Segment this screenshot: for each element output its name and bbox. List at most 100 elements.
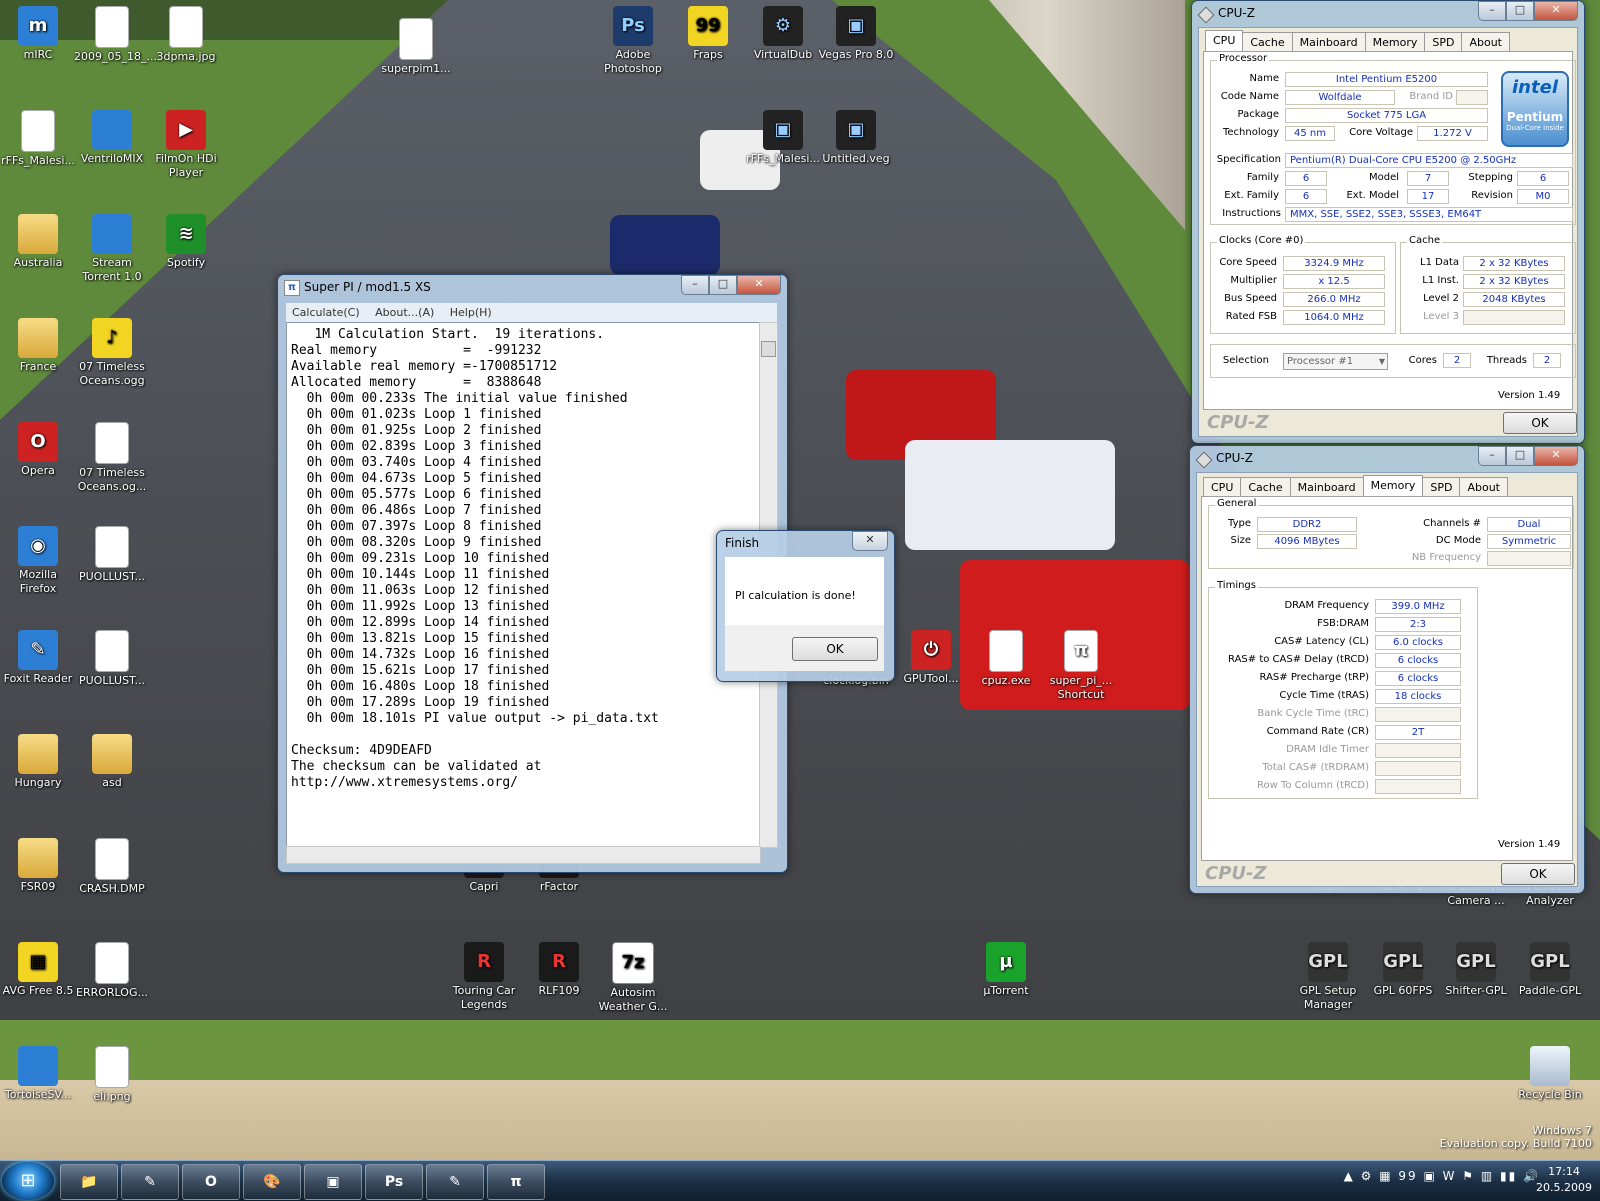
desktop-icon[interactable]: 2009_05_18_... [74, 6, 157, 64]
desktop-icon[interactable]: cpuz.exe [968, 630, 1044, 688]
desktop-icon[interactable]: GPL Paddle-GPL [1512, 942, 1588, 998]
desktop-icon[interactable]: FSR09 [0, 838, 76, 894]
taskbar-button[interactable]: Ps [365, 1164, 423, 1200]
tab-cache[interactable]: Cache [1240, 477, 1291, 498]
cpuz-titlebar[interactable]: CPU-Z – □ ✕ [1190, 446, 1584, 470]
desktop-icon[interactable]: 07 Timeless Oceans.og... [74, 422, 150, 494]
finish-dialog[interactable]: Finish ✕ PI calculation is done! OK [716, 530, 895, 682]
superpi-output[interactable]: 1M Calculation Start. 19 iterations. Rea… [286, 322, 761, 848]
system-tray[interactable]: ▲ ⚙ ▦ 99 ▣ W ⚑ ▥ ▮▮ 🔊 [1344, 1169, 1540, 1183]
desktop-icon[interactable]: ✎ Foxit Reader [0, 630, 76, 686]
desktop-icon-label: VentriloMIX [80, 152, 144, 165]
cpuz-memory-window[interactable]: CPU-Z – □ ✕ CPU Cache Mainboard Memory S… [1189, 445, 1585, 894]
processor-select[interactable]: Processor #1 ▼ [1283, 353, 1388, 370]
maximize-button[interactable]: □ [1506, 446, 1534, 466]
close-button[interactable]: ✕ [1534, 446, 1578, 466]
minimize-button[interactable]: – [681, 275, 709, 295]
desktop-icon[interactable]: ▶ FilmOn HDi Player [148, 110, 224, 180]
processor-group: Processor Name Intel Pentium E5200 Code … [1210, 53, 1576, 225]
ok-button[interactable]: OK [1501, 863, 1575, 885]
tab-about[interactable]: About [1461, 32, 1510, 53]
menu-help[interactable]: Help(H) [444, 303, 498, 322]
horizontal-scrollbar[interactable] [286, 846, 761, 864]
taskbar-button[interactable]: ▣ [304, 1164, 362, 1200]
family-value: 6 [1285, 171, 1327, 186]
minimize-button[interactable]: – [1478, 1, 1506, 21]
maximize-button[interactable]: □ [709, 275, 737, 295]
tab-spd[interactable]: SPD [1424, 32, 1463, 53]
desktop-icon[interactable]: ▣ Vegas Pro 8.0 [818, 6, 894, 62]
maximize-button[interactable]: □ [1506, 1, 1534, 21]
desktop-icon[interactable]: m mIRC [0, 6, 76, 62]
desktop-icon[interactable]: eli.png [74, 1046, 150, 1104]
finish-titlebar[interactable]: Finish ✕ [717, 531, 894, 555]
menu-calculate[interactable]: Calculate(C) [286, 303, 366, 322]
tab-cache[interactable]: Cache [1242, 32, 1293, 53]
cpuz-titlebar[interactable]: CPU-Z – □ ✕ [1192, 1, 1584, 25]
superpi-titlebar[interactable]: π Super PI / mod1.5 XS – □ ✕ [278, 275, 787, 299]
cpuz-cpu-window[interactable]: CPU-Z – □ ✕ CPU Cache Mainboard Memory S… [1191, 0, 1585, 444]
tab-cpu[interactable]: CPU [1203, 477, 1242, 498]
desktop-icon[interactable]: Stream Torrent 1.0 [74, 214, 150, 284]
cpuz-title: CPU-Z [1218, 6, 1255, 20]
desktop-icon[interactable]: GPL GPL 60FPS [1365, 942, 1441, 998]
close-button[interactable]: ✕ [852, 531, 888, 551]
desktop-icon[interactable]: Australia [0, 214, 76, 270]
gpl-setup-icon: GPL [1308, 942, 1348, 982]
menu-about[interactable]: About...(A) [369, 303, 440, 322]
desktop-icon[interactable]: rFFs_Malesi... [0, 110, 76, 168]
desktop-icon[interactable]: 99 Fraps [670, 6, 746, 62]
desktop-icon[interactable]: O Opera [0, 422, 76, 478]
desktop-icon[interactable]: ERRORLOG... [74, 942, 150, 1000]
superpi-window[interactable]: π Super PI / mod1.5 XS – □ ✕ Calculate(C… [277, 274, 788, 873]
desktop-icon[interactable]: Ps Adobe Photoshop [595, 6, 671, 76]
desktop-icon[interactable]: TortoiseSV... [0, 1046, 76, 1102]
desktop-icon[interactable]: ⚙ VirtualDub [745, 6, 821, 62]
ok-button[interactable]: OK [1503, 412, 1577, 434]
taskbar-button[interactable]: ✎ [121, 1164, 179, 1200]
tab-mainboard[interactable]: Mainboard [1291, 32, 1366, 53]
tab-memory[interactable]: Memory [1364, 32, 1426, 53]
desktop-icon[interactable]: ▣ Untitled.veg [818, 110, 894, 166]
desktop-icon[interactable]: µ µTorrent [968, 942, 1044, 998]
desktop-icon[interactable]: ▣ rFFs_Malesi... [745, 110, 821, 166]
taskbar-clock[interactable]: 17:14 20.5.2009 [1536, 1164, 1592, 1196]
taskbar-button[interactable]: ✎ [426, 1164, 484, 1200]
desktop-icon[interactable]: PUOLLUST... [74, 526, 150, 584]
taskbar-button[interactable]: O [182, 1164, 240, 1200]
taskbar-button[interactable]: π [487, 1164, 545, 1200]
close-button[interactable]: ✕ [737, 275, 781, 295]
tab-cpu[interactable]: CPU [1205, 30, 1244, 53]
desktop-icon[interactable]: ▦ AVG Free 8.5 [0, 942, 76, 998]
desktop-icon[interactable]: 3dpma.jpg [148, 6, 224, 64]
taskbar-button[interactable]: 🎨 [243, 1164, 301, 1200]
desktop-icon[interactable]: asd [74, 734, 150, 790]
desktop-icon[interactable]: GPL GPL Setup Manager [1290, 942, 1366, 1012]
desktop-icon[interactable]: VentriloMIX [74, 110, 150, 166]
tab-about[interactable]: About [1459, 477, 1508, 498]
desktop-icon[interactable]: Recycle Bin [1512, 1046, 1588, 1102]
desktop-icon[interactable]: CRASH.DMP [74, 838, 150, 896]
desktop-icon[interactable]: France [0, 318, 76, 374]
desktop-icon[interactable]: R Touring Car Legends [446, 942, 522, 1012]
desktop-icon[interactable]: ⏻ GPUTool... [893, 630, 969, 686]
taskbar-button[interactable]: 📁 [60, 1164, 118, 1200]
desktop-icon[interactable]: Hungary [0, 734, 76, 790]
tab-mainboard[interactable]: Mainboard [1289, 477, 1364, 498]
desktop-icon[interactable]: superpim1... [378, 18, 454, 76]
desktop-icon[interactable]: 7z Autosim Weather G... [595, 942, 671, 1014]
desktop-icon[interactable]: GPL Shifter-GPL [1438, 942, 1514, 998]
desktop-icon[interactable]: ♪ 07 Timeless Oceans.ogg [74, 318, 150, 388]
close-button[interactable]: ✕ [1534, 1, 1578, 21]
ok-button[interactable]: OK [792, 637, 878, 661]
minimize-button[interactable]: – [1478, 446, 1506, 466]
tab-memory[interactable]: Memory [1362, 475, 1424, 498]
desktop-icon[interactable]: R RLF109 [521, 942, 597, 998]
tab-spd[interactable]: SPD [1422, 477, 1461, 498]
scrollbar-thumb[interactable] [761, 341, 776, 357]
start-button[interactable]: ⊞ [2, 1162, 54, 1200]
desktop-icon[interactable]: ≋ Spotify [148, 214, 224, 270]
desktop-icon[interactable]: π super_pi_... Shortcut [1043, 630, 1119, 702]
desktop-icon[interactable]: PUOLLUST... [74, 630, 150, 688]
desktop-icon[interactable]: ◉ Mozilla Firefox [0, 526, 76, 596]
